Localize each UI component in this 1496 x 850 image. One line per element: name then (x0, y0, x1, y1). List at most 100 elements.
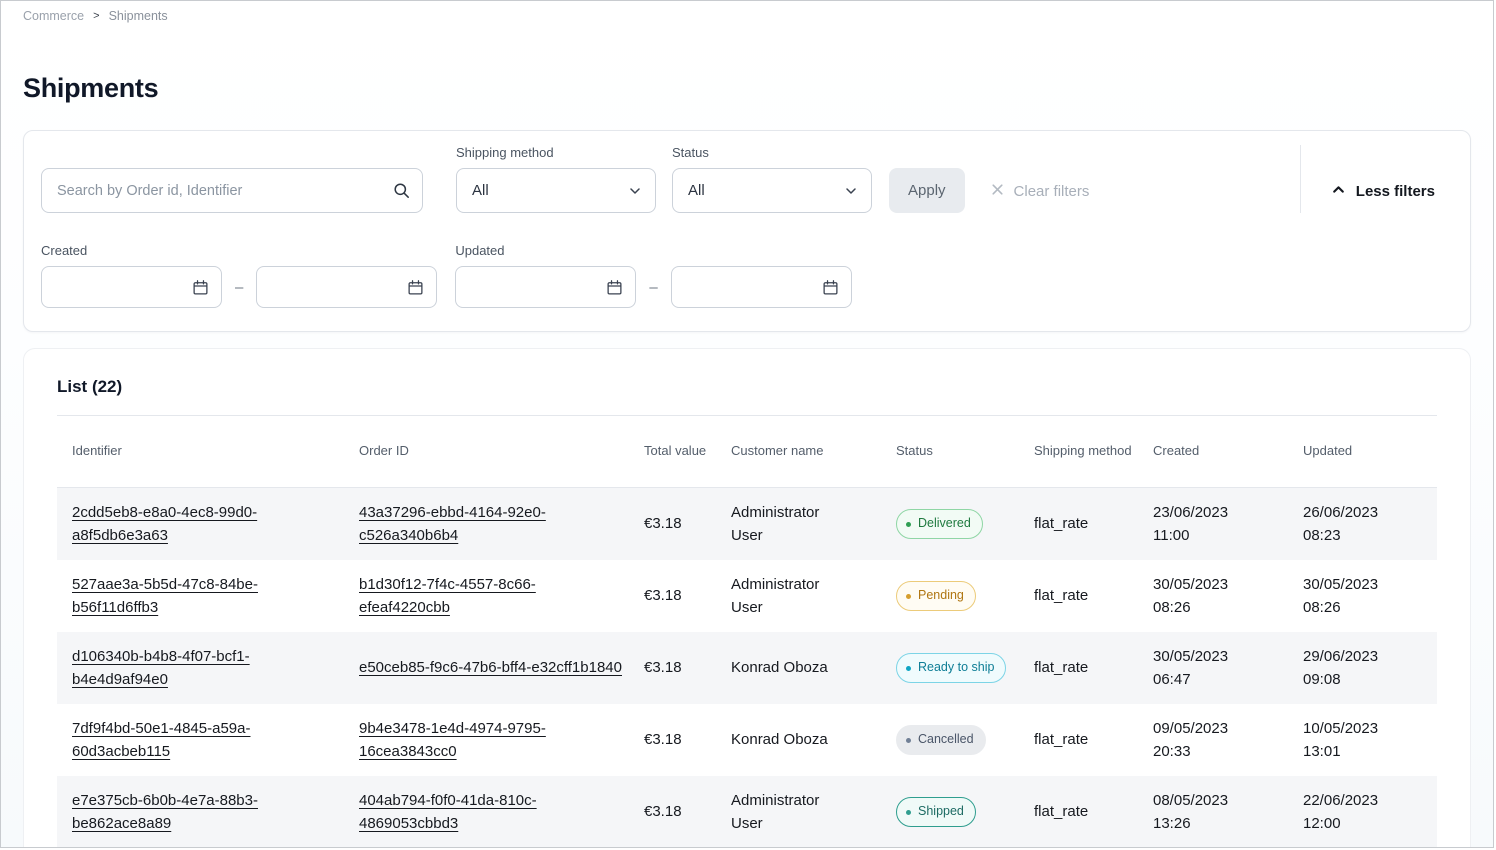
column-header-status: Status (896, 442, 1034, 461)
created-label: Created (41, 243, 437, 258)
status-badge: Delivered (896, 509, 983, 538)
less-filters-label: Less filters (1356, 183, 1435, 200)
filters-row-primary: Shipping method All Status All (41, 145, 1435, 213)
order-id-link[interactable]: e50ceb85-f9c6-47b6-bff4-e32cff1b1840 (359, 659, 622, 676)
shipping-method-value: All (472, 182, 489, 199)
calendar-icon (192, 279, 209, 301)
order-id-link[interactable]: b1d30f12-7f4c-4557-8c66-efeaf4220cbb (359, 576, 536, 616)
total-value: €3.18 (644, 644, 731, 691)
breadcrumb-commerce[interactable]: Commerce (23, 9, 84, 23)
chevron-down-icon (628, 184, 642, 202)
status-label: Status (672, 145, 872, 160)
status-text: Shipped (918, 802, 964, 821)
page-title: Shipments (23, 73, 1493, 104)
shipping-method: flat_rate (1034, 572, 1153, 619)
updated-date: 22/06/2023 12:00 (1303, 777, 1431, 848)
created-date: 08/05/2023 13:26 (1153, 777, 1303, 848)
shipping-method: flat_rate (1034, 500, 1153, 547)
calendar-icon (407, 279, 424, 301)
status-badge: Cancelled (896, 725, 986, 754)
customer-name: Administrator User (731, 777, 896, 848)
breadcrumb: Commerce > Shipments (1, 1, 1493, 31)
total-value: €3.18 (644, 716, 731, 763)
status-badge: Ready to ship (896, 653, 1006, 682)
identifier-link[interactable]: 527aae3a-5b5d-47c8-84be-b56f11d6ffb3 (72, 576, 258, 616)
list-title: List (22) (57, 377, 1437, 397)
column-header-created: Created (1153, 442, 1303, 461)
identifier-link[interactable]: d106340b-b4b8-4f07-bcf1-b4e4d9af94e0 (72, 648, 250, 688)
status-value: All (688, 182, 705, 199)
order-id-link[interactable]: 404ab794-f0f0-41da-810c-4869053cbbd3 (359, 792, 537, 832)
status-select[interactable]: All (672, 168, 872, 213)
updated-date: 10/05/2023 13:01 (1303, 705, 1431, 776)
table-row: 527aae3a-5b5d-47c8-84be-b56f11d6ffb3 b1d… (57, 560, 1437, 632)
table-row: d106340b-b4b8-4f07-bcf1-b4e4d9af94e0 e50… (57, 632, 1437, 704)
status-dot-icon (906, 738, 911, 743)
created-date: 09/05/2023 20:33 (1153, 705, 1303, 776)
updated-date: 29/06/2023 09:08 (1303, 633, 1431, 704)
status-text: Delivered (918, 514, 971, 533)
column-header-customer-name: Customer name (731, 442, 896, 461)
clear-filters-button[interactable]: Clear filters (990, 182, 1090, 201)
search-icon (393, 182, 410, 204)
shipments-page: Commerce > Shipments Shipments Shipping … (0, 0, 1494, 848)
status-dot-icon (906, 810, 911, 815)
customer-name: Administrator User (731, 489, 896, 560)
status-dot-icon (906, 522, 911, 527)
search-input[interactable] (41, 168, 423, 213)
breadcrumb-separator-icon: > (93, 10, 99, 22)
total-value: €3.18 (644, 500, 731, 547)
identifier-link[interactable]: 2cdd5eb8-e8a0-4ec8-99d0-a8f5db6e3a63 (72, 504, 257, 544)
order-id-link[interactable]: 43a37296-ebbd-4164-92e0-c526a340b6b4 (359, 504, 546, 544)
table-row: 2cdd5eb8-e8a0-4ec8-99d0-a8f5db6e3a63 43a… (57, 488, 1437, 560)
customer-name: Konrad Oboza (731, 716, 896, 763)
shipping-method-label: Shipping method (456, 145, 656, 160)
updated-to-field (671, 266, 852, 308)
status-text: Cancelled (918, 730, 974, 749)
shipping-method: flat_rate (1034, 788, 1153, 835)
customer-name: Konrad Oboza (731, 644, 896, 691)
table-row: 7df9f4bd-50e1-4845-a59a-60d3acbeb115 9b4… (57, 704, 1437, 776)
table-header: IdentifierOrder IDTotal valueCustomer na… (57, 415, 1437, 488)
range-separator: – (649, 279, 657, 296)
column-header-shipping-method: Shipping method (1034, 442, 1153, 461)
clear-filters-label: Clear filters (1014, 183, 1090, 200)
created-to-field (256, 266, 437, 308)
filters-panel: Shipping method All Status All (23, 130, 1471, 332)
identifier-link[interactable]: 7df9f4bd-50e1-4845-a59a-60d3acbeb115 (72, 720, 250, 760)
updated-date: 30/05/2023 08:26 (1303, 561, 1431, 632)
order-id-link[interactable]: 9b4e3478-1e4d-4974-9795-16cea3843cc0 (359, 720, 546, 760)
shipping-method: flat_rate (1034, 716, 1153, 763)
table-body: 2cdd5eb8-e8a0-4ec8-99d0-a8f5db6e3a63 43a… (57, 488, 1437, 848)
breadcrumb-shipments: Shipments (109, 9, 168, 23)
updated-range-filter: Updated – (455, 243, 851, 308)
customer-name: Administrator User (731, 561, 896, 632)
column-header-identifier: Identifier (57, 442, 359, 461)
chevron-up-icon (1331, 182, 1346, 201)
status-dot-icon (906, 666, 911, 671)
close-icon (990, 182, 1005, 201)
shipping-method-select[interactable]: All (456, 168, 656, 213)
filters-row-dates: Created – (41, 243, 1435, 308)
updated-date: 26/06/2023 08:23 (1303, 489, 1431, 560)
column-header-order-id: Order ID (359, 442, 644, 461)
calendar-icon (822, 279, 839, 301)
apply-button[interactable]: Apply (889, 168, 965, 213)
search-field (41, 168, 423, 213)
created-from-field (41, 266, 222, 308)
status-text: Ready to ship (918, 658, 994, 677)
created-date: 30/05/2023 08:26 (1153, 561, 1303, 632)
status-text: Pending (918, 586, 964, 605)
filters-divider (1300, 145, 1301, 213)
calendar-icon (606, 279, 623, 301)
column-header-updated: Updated (1303, 442, 1431, 461)
shipments-table: IdentifierOrder IDTotal valueCustomer na… (57, 415, 1437, 848)
less-filters-toggle[interactable]: Less filters (1331, 182, 1435, 201)
updated-from-field (455, 266, 636, 308)
chevron-down-icon (844, 184, 858, 202)
status-badge: Shipped (896, 797, 976, 826)
updated-label: Updated (455, 243, 851, 258)
status-filter: Status All (672, 145, 872, 213)
identifier-link[interactable]: e7e375cb-6b0b-4e7a-88b3-be862ace8a89 (72, 792, 258, 832)
created-range-filter: Created – (41, 243, 437, 308)
